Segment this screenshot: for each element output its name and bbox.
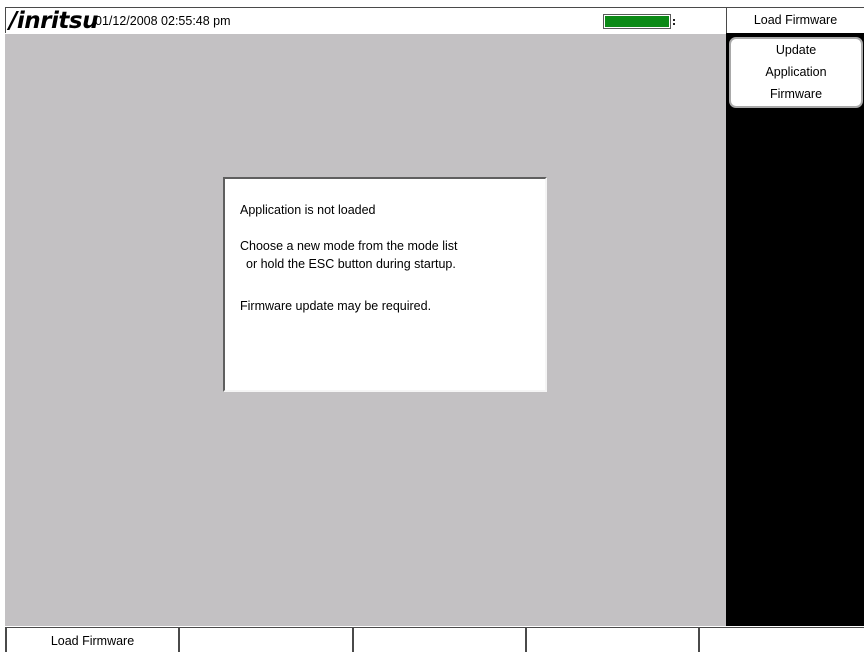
date-time: 01/12/2008 02:55:48 pm	[95, 14, 231, 28]
bottom-softkey-3[interactable]	[352, 627, 525, 652]
bottom-softkey-4[interactable]	[525, 627, 698, 652]
update-application-firmware-button[interactable]: Update Application Firmware	[729, 37, 863, 108]
dialog-message-line: Choose a new mode from the mode list	[240, 239, 458, 253]
battery-icon	[603, 14, 671, 29]
dialog-message-note: Firmware update may be required.	[240, 299, 432, 313]
dialog-message-title: Application is not loaded	[240, 203, 376, 217]
softkey-label-line: Application	[765, 65, 827, 79]
bottom-softkey-5[interactable]	[698, 627, 864, 652]
bottom-softkey-bar: Load Firmware	[0, 626, 864, 652]
dialog-message-line: or hold the ESC button during startup.	[246, 257, 456, 271]
instrument-screen: /inritsu 01/12/2008 02:55:48 pm Applicat…	[0, 0, 864, 652]
load-firmware-button[interactable]: Load Firmware	[5, 627, 178, 652]
battery-level-fill	[605, 16, 669, 27]
battery-terminal	[673, 19, 676, 25]
status-bar: /inritsu 01/12/2008 02:55:48 pm	[5, 7, 726, 34]
softkey-label-line: Update	[775, 43, 817, 57]
menu-title: Load Firmware	[726, 7, 864, 33]
softkey-panel: Load Firmware Update Application Firmwar…	[726, 7, 864, 626]
brand-logo: /inritsu	[9, 8, 98, 34]
bottom-softkey-2[interactable]	[178, 627, 352, 652]
softkey-label-line: Firmware	[769, 87, 823, 101]
message-dialog: Application is not loaded Choose a new m…	[223, 177, 547, 392]
